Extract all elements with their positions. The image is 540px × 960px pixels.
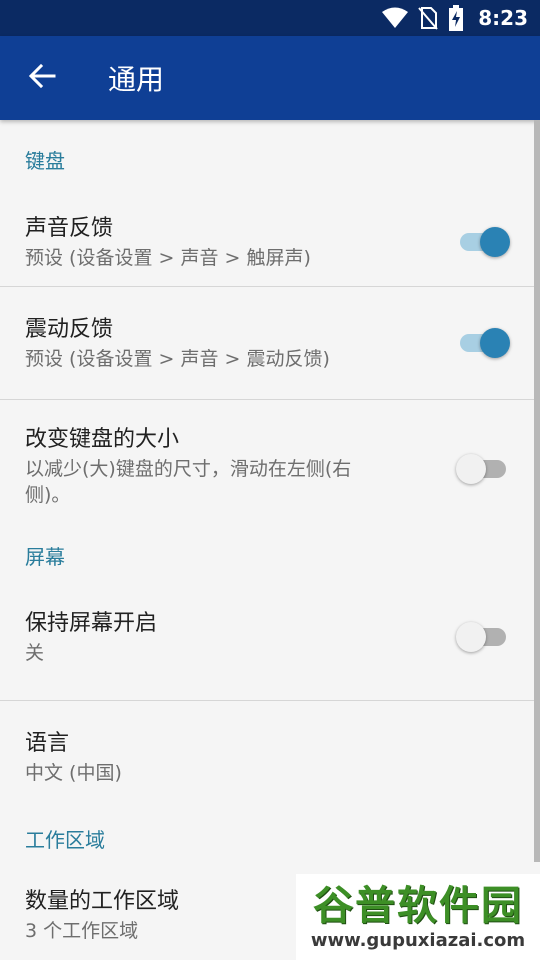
pref-title: 保持屏幕开启 bbox=[25, 611, 158, 636]
pref-title: 声音反馈 bbox=[25, 216, 114, 241]
pref-summary: 关 bbox=[25, 642, 45, 664]
pref-summary: 中文 (中国) bbox=[25, 762, 122, 784]
pref-title: 改变键盘的大小 bbox=[25, 427, 180, 452]
toggle-thumb bbox=[456, 622, 486, 652]
wifi-icon bbox=[382, 7, 409, 29]
toggle-thumb bbox=[456, 454, 486, 484]
pref-summary: 预设 (设备设置 > 声音 > 震动反馈) bbox=[25, 348, 330, 370]
no-sim-icon bbox=[418, 6, 439, 30]
pref-summary: 以减少(大)键盘的尺寸，滑动在左侧(右侧)。 bbox=[25, 458, 352, 506]
keep-screen-on-toggle[interactable] bbox=[456, 619, 510, 655]
settings-list: 键盘 声音反馈 预设 (设备设置 > 声音 > 触屏声) 震动反馈 预设 (设备… bbox=[0, 120, 540, 960]
watermark-name: 谷普软件园 bbox=[313, 883, 523, 929]
status-bar: 8:23 bbox=[0, 0, 540, 36]
arrow-back-icon bbox=[28, 62, 56, 94]
keyboard-size-toggle[interactable] bbox=[456, 451, 510, 487]
vibration-feedback-toggle[interactable] bbox=[456, 325, 510, 361]
scrollbar[interactable] bbox=[534, 120, 540, 862]
pref-keyboard-size[interactable]: 改变键盘的大小 以减少(大)键盘的尺寸，滑动在左侧(右侧)。 bbox=[0, 400, 540, 536]
page-title: 通用 bbox=[108, 63, 165, 96]
pref-title: 语言 bbox=[25, 731, 70, 756]
section-header-workspace: 工作区域 bbox=[25, 827, 105, 852]
back-button[interactable] bbox=[0, 36, 84, 120]
battery-charging-icon bbox=[448, 5, 464, 31]
pref-language[interactable]: 语言 中文 (中国) bbox=[0, 701, 540, 813]
app-bar: 通用 bbox=[0, 36, 540, 120]
pref-vibration-feedback[interactable]: 震动反馈 预设 (设备设置 > 声音 > 震动反馈) bbox=[0, 287, 540, 399]
section-header-screen: 屏幕 bbox=[25, 544, 65, 569]
watermark-url: www.gupuxiazai.com bbox=[310, 930, 526, 951]
section-header-keyboard: 键盘 bbox=[25, 148, 65, 173]
sound-feedback-toggle[interactable] bbox=[456, 224, 510, 260]
toggle-thumb bbox=[480, 328, 510, 358]
watermark-logo: 谷普软件园 www.gupuxiazai.com bbox=[296, 874, 540, 960]
toggle-thumb bbox=[480, 227, 510, 257]
pref-summary: 预设 (设备设置 > 声音 > 触屏声) bbox=[25, 247, 311, 269]
status-time: 8:23 bbox=[478, 6, 528, 30]
pref-sound-feedback[interactable]: 声音反馈 预设 (设备设置 > 声音 > 触屏声) bbox=[0, 198, 540, 286]
pref-keep-screen-on[interactable]: 保持屏幕开启 关 bbox=[0, 574, 540, 700]
pref-title: 震动反馈 bbox=[25, 317, 114, 342]
